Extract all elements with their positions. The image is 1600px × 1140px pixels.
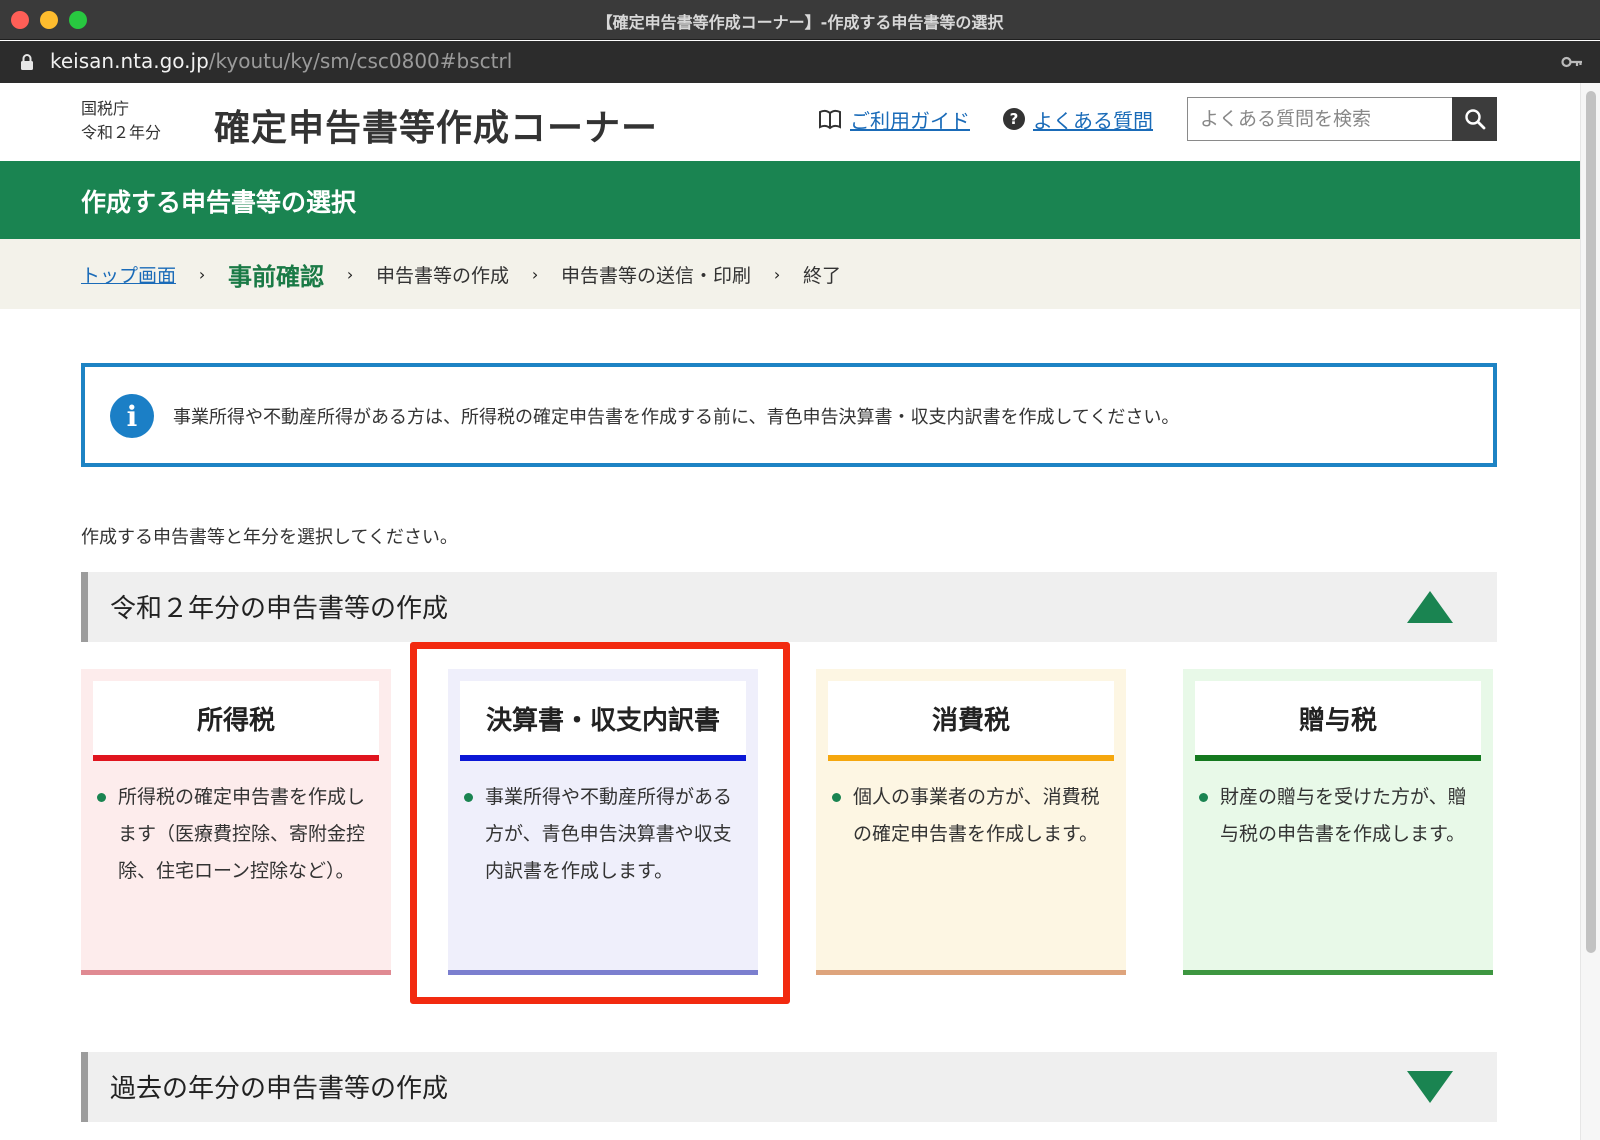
agency-name: 国税庁	[81, 99, 130, 118]
section-title: 令和２年分の申告書等の作成	[110, 594, 449, 624]
breadcrumb: トップ画面 › 事前確認 › 申告書等の作成 › 申告書等の送信・印刷 › 終了	[0, 239, 1580, 309]
info-notice: i 事業所得や不動産所得がある方は、所得税の確定申告書を作成する前に、青色申告決…	[81, 363, 1497, 467]
key-icon[interactable]	[1561, 54, 1583, 70]
card-title: 消費税	[931, 705, 1010, 736]
question-icon: ?	[1003, 108, 1025, 130]
card-financial-statement[interactable]: 決算書・収支内訳書 事業所得や不動産所得がある方が、青色申告決算書や収支内訳書を…	[448, 669, 758, 975]
breadcrumb-current-step: 事前確認	[228, 262, 325, 291]
faq-link-label: よくある質問	[1033, 108, 1153, 133]
card-header: 所得税	[93, 681, 379, 761]
bullet-icon	[1199, 793, 1208, 802]
card-title: 所得税	[196, 705, 275, 736]
guide-link-label: ご利用ガイド	[850, 108, 970, 133]
instruction-text: 作成する申告書等と年分を選択してください。	[81, 527, 458, 548]
page-scrollbar[interactable]	[1580, 83, 1600, 1140]
breadcrumb-separator: ›	[198, 264, 206, 284]
bullet-icon	[97, 793, 106, 802]
card-accent-bar	[1195, 755, 1481, 761]
card-title: 決算書・収支内訳書	[485, 705, 720, 736]
card-header: 贈与税	[1195, 681, 1481, 761]
card-description: 事業所得や不動産所得がある方が、青色申告決算書や収支内訳書を作成します。	[464, 779, 746, 890]
page: 国税庁 令和２年分 確定申告書等作成コーナー ご利用ガイド ? よくある質問 作…	[0, 83, 1580, 1140]
faq-search	[1187, 97, 1497, 141]
breadcrumb-separator: ›	[531, 264, 539, 284]
card-header: 決算書・収支内訳書	[460, 681, 746, 761]
breadcrumb-separator: ›	[773, 264, 781, 284]
card-income-tax[interactable]: 所得税 所得税の確定申告書を作成します（医療費控除、寄附金控除、住宅ローン控除な…	[81, 669, 391, 975]
section-current-year-header[interactable]: 令和２年分の申告書等の作成	[81, 572, 1497, 642]
tax-year: 令和２年分	[81, 123, 162, 142]
card-accent-bar	[460, 755, 746, 761]
card-accent-bar	[93, 755, 379, 761]
card-title: 贈与税	[1298, 705, 1377, 736]
address-bar[interactable]: keisan.nta.go.jp/kyoutu/ky/sm/csc0800#bs…	[0, 41, 1600, 83]
expand-arrow-icon	[1407, 1071, 1453, 1103]
lock-icon	[21, 54, 33, 70]
guide-link[interactable]: ご利用ガイド	[818, 104, 970, 134]
card-consumption-tax[interactable]: 消費税 個人の事業者の方が、消費税の確定申告書を作成します。	[816, 669, 1126, 975]
breadcrumb-top[interactable]: トップ画面	[81, 261, 176, 288]
book-icon	[819, 109, 841, 130]
card-description: 財産の贈与を受けた方が、贈与税の申告書を作成します。	[1199, 779, 1481, 853]
window-title: 【確定申告書等作成コーナー】-作成する申告書等の選択	[596, 13, 1004, 32]
card-bottom-border	[81, 970, 391, 975]
card-description-text: 個人の事業者の方が、消費税の確定申告書を作成します。	[853, 786, 1100, 845]
faq-link[interactable]: ? よくある質問	[1003, 104, 1153, 134]
card-gift-tax[interactable]: 贈与税 財産の贈与を受けた方が、贈与税の申告書を作成します。	[1183, 669, 1493, 975]
scrollbar-thumb[interactable]	[1586, 91, 1596, 953]
breadcrumb-separator: ›	[346, 264, 354, 284]
card-accent-bar	[828, 755, 1114, 761]
agency-label: 国税庁 令和２年分	[81, 97, 161, 145]
card-header: 消費税	[828, 681, 1114, 761]
page-title-band: 作成する申告書等の選択	[0, 161, 1580, 239]
collapse-arrow-icon	[1407, 591, 1453, 623]
card-description: 所得税の確定申告書を作成します（医療費控除、寄附金控除、住宅ローン控除など）。	[97, 779, 379, 890]
search-input[interactable]	[1187, 97, 1452, 141]
notice-text: 事業所得や不動産所得がある方は、所得税の確定申告書を作成する前に、青色申告決算書…	[173, 407, 1180, 428]
card-bottom-border	[816, 970, 1126, 975]
url-host: keisan.nta.go.jp	[50, 49, 209, 73]
info-icon: i	[110, 394, 154, 438]
breadcrumb-step-create: 申告書等の作成	[376, 264, 510, 287]
url-text[interactable]: keisan.nta.go.jp/kyoutu/ky/sm/csc0800#bs…	[50, 49, 512, 73]
card-description: 個人の事業者の方が、消費税の確定申告書を作成します。	[832, 779, 1114, 853]
card-bottom-border	[448, 970, 758, 975]
breadcrumb-step-end: 終了	[803, 264, 842, 287]
bullet-icon	[832, 793, 841, 802]
search-icon	[1464, 109, 1485, 130]
card-description-text: 事業所得や不動産所得がある方が、青色申告決算書や収支内訳書を作成します。	[485, 786, 733, 882]
section-past-years-header[interactable]: 過去の年分の申告書等の作成	[81, 1052, 1497, 1122]
search-button[interactable]	[1452, 97, 1497, 141]
window-titlebar: 【確定申告書等作成コーナー】-作成する申告書等の選択	[0, 0, 1600, 40]
bullet-icon	[464, 793, 473, 802]
card-bottom-border	[1183, 970, 1493, 975]
card-description-text: 財産の贈与を受けた方が、贈与税の申告書を作成します。	[1220, 786, 1467, 845]
site-title[interactable]: 確定申告書等作成コーナー	[214, 99, 658, 151]
section-title: 過去の年分の申告書等の作成	[110, 1074, 449, 1104]
breadcrumb-step-send-print: 申告書等の送信・印刷	[561, 264, 752, 287]
page-title: 作成する申告書等の選択	[81, 188, 357, 217]
card-description-text: 所得税の確定申告書を作成します（医療費控除、寄附金控除、住宅ローン控除など）。	[118, 786, 366, 882]
url-path: /kyoutu/ky/sm/csc0800#bsctrl	[208, 49, 513, 73]
